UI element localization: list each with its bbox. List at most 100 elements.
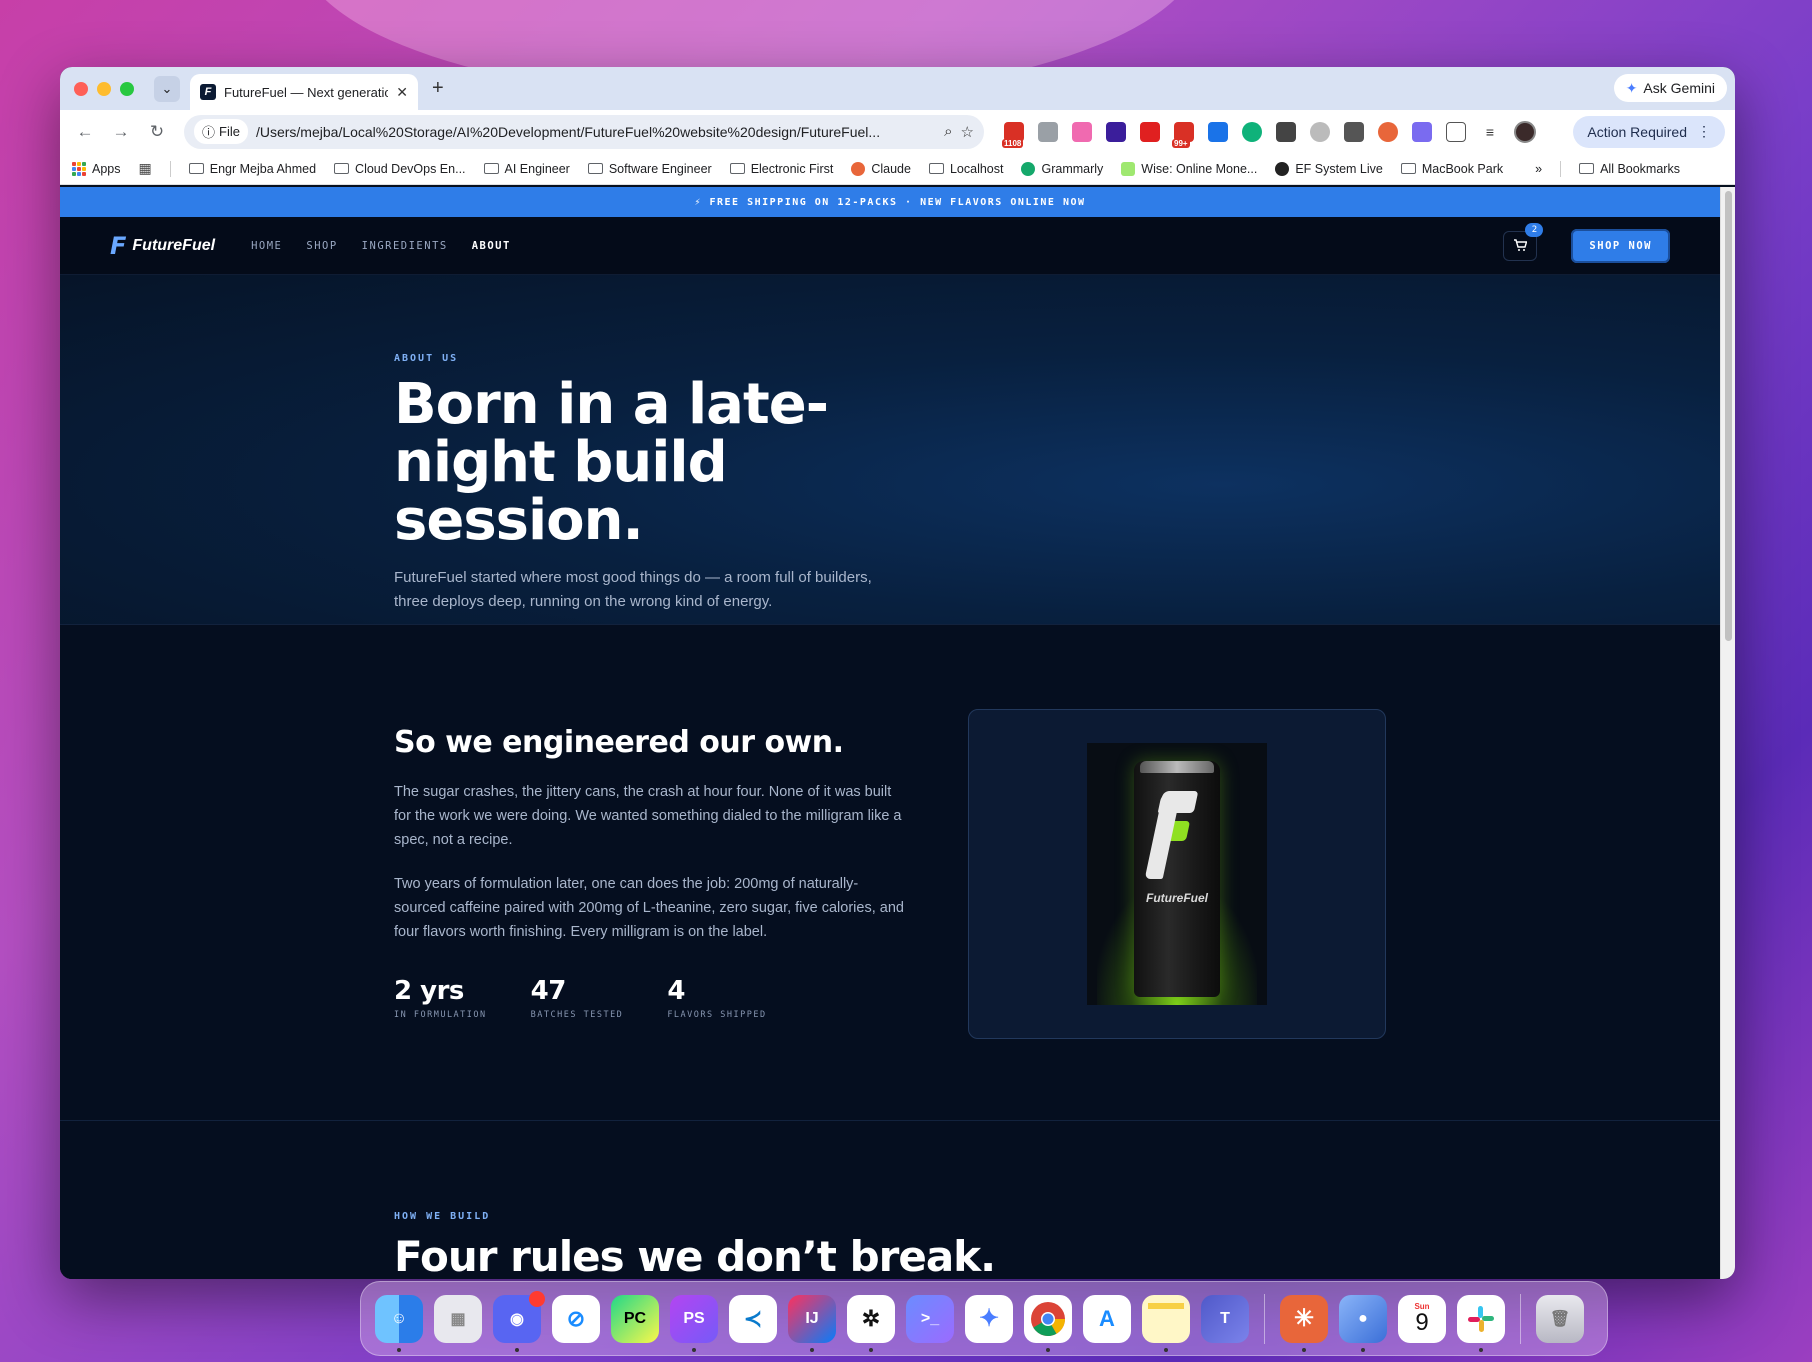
- finder-icon[interactable]: ☺: [375, 1294, 423, 1352]
- refresh-extension-icon[interactable]: [1242, 121, 1262, 142]
- ask-gemini-label: Ask Gemini: [1643, 80, 1715, 96]
- bookmark-apps[interactable]: Apps: [72, 161, 121, 176]
- calendar-extension-icon[interactable]: 1108: [1002, 121, 1024, 148]
- bookmark-ef-system[interactable]: EF System Live: [1275, 161, 1383, 176]
- futurefuel-favicon-icon: F: [200, 84, 216, 100]
- bookmark-folder[interactable]: Localhost: [928, 162, 1003, 176]
- stat-item: 47 BATCHES TESTED: [531, 976, 624, 1020]
- slack-icon[interactable]: [1457, 1294, 1505, 1352]
- phpstorm-icon[interactable]: PS: [670, 1294, 718, 1352]
- stat-value: 4: [667, 976, 685, 1006]
- zoom-window-button[interactable]: [120, 81, 134, 96]
- more-bookmarks-icon[interactable]: »: [1535, 162, 1542, 176]
- claude-app-icon[interactable]: ✳: [1280, 1294, 1328, 1352]
- bookmark-folder[interactable]: AI Engineer: [483, 161, 570, 176]
- close-icon[interactable]: ✕: [396, 84, 408, 101]
- bookmark-label: Software Engineer: [608, 161, 712, 176]
- action-required-button[interactable]: Action Required ⋮: [1573, 115, 1725, 148]
- bookmark-label: AI Engineer: [504, 161, 570, 176]
- forward-arrow-icon[interactable]: →: [106, 122, 136, 142]
- all-bookmarks-folder[interactable]: All Bookmarks: [1579, 162, 1680, 176]
- close-window-button[interactable]: [74, 81, 88, 96]
- claude-extension-icon[interactable]: [1378, 121, 1398, 142]
- camera-extension-icon[interactable]: [1038, 121, 1058, 142]
- notification-badge: [529, 1290, 545, 1307]
- slack-logo-icon: [1468, 1305, 1494, 1332]
- cart-button[interactable]: 2: [1503, 222, 1544, 261]
- web-page: ⚡ FREE SHIPPING ON 12-PACKS · NEW FLAVOR…: [60, 187, 1720, 1279]
- bookmark-folder[interactable]: Cloud DevOps En...: [334, 162, 466, 176]
- shop-now-button[interactable]: SHOP NOW: [1571, 228, 1670, 263]
- site-logo[interactable]: F FutureFuel: [110, 232, 215, 260]
- arrow-extension-icon[interactable]: [1072, 121, 1092, 142]
- pycharm-icon[interactable]: PC: [611, 1294, 659, 1343]
- bookmark-folder[interactable]: MacBook Park: [1400, 162, 1503, 176]
- page-scrollbar[interactable]: [1720, 187, 1735, 1279]
- apps-grid-icon: [72, 161, 86, 176]
- tab-search-button[interactable]: ⌄: [154, 75, 180, 102]
- vscode-icon[interactable]: ≺: [729, 1294, 777, 1343]
- docker-icon[interactable]: ●: [1339, 1294, 1387, 1352]
- media-controls-icon[interactable]: ≡: [1480, 121, 1500, 142]
- running-indicator: [1479, 1347, 1483, 1352]
- address-bar[interactable]: ⓘ File /Users/mejba/Local%20Storage/AI%2…: [184, 114, 984, 149]
- nav-shop[interactable]: SHOP: [306, 240, 337, 252]
- bookmark-label: Grammarly: [1041, 161, 1104, 176]
- grammarly-icon: [1021, 161, 1036, 176]
- bookmark-grammarly[interactable]: Grammarly: [1021, 161, 1104, 176]
- stat-value: 47: [530, 976, 567, 1006]
- tools-extension-icon[interactable]: [1276, 121, 1296, 142]
- nav-about[interactable]: ABOUT: [472, 240, 511, 252]
- intellij-icon[interactable]: IJ: [788, 1294, 836, 1352]
- discord-icon[interactable]: ◉: [493, 1290, 545, 1352]
- puzzle-extensions-icon[interactable]: [1446, 121, 1466, 142]
- trash-icon[interactable]: 🗑: [1536, 1294, 1584, 1343]
- gemini-icon[interactable]: ✦: [965, 1294, 1013, 1343]
- flask-extension-icon[interactable]: [1412, 121, 1432, 142]
- zoom-icon[interactable]: ⌕: [944, 123, 952, 140]
- bookmark-folder[interactable]: Electronic First: [729, 162, 833, 176]
- launchpad-icon[interactable]: ▦: [434, 1294, 482, 1343]
- reload-icon[interactable]: ↻: [142, 122, 172, 142]
- story-heading: So we engineered our own.: [394, 725, 844, 760]
- bookmark-claude[interactable]: Claude: [851, 161, 911, 176]
- bookmark-wise[interactable]: Wise: Online Mone...: [1121, 161, 1257, 176]
- diamond-extension-icon[interactable]: [1106, 121, 1126, 142]
- site-info-chip[interactable]: ⓘ File: [194, 119, 248, 144]
- chrome-logo-icon: [1031, 1301, 1065, 1336]
- teams-icon[interactable]: T: [1201, 1294, 1249, 1343]
- terminal-icon[interactable]: >_: [906, 1294, 954, 1343]
- nav-ingredients[interactable]: INGREDIENTS: [362, 240, 448, 252]
- link-extension-icon[interactable]: [1310, 121, 1330, 142]
- back-arrow-icon[interactable]: ←: [70, 122, 100, 142]
- opera-extension-icon[interactable]: [1140, 121, 1160, 142]
- bookmark-folder[interactable]: Engr Mejba Ahmed: [188, 162, 316, 176]
- ask-gemini-button[interactable]: ✦ Ask Gemini: [1613, 74, 1727, 102]
- scheme-label: File: [219, 124, 240, 139]
- notes-icon[interactable]: [1142, 1294, 1190, 1352]
- new-tab-button[interactable]: +: [432, 77, 444, 100]
- pen-extension-icon[interactable]: [1344, 121, 1364, 142]
- app-store-icon[interactable]: A: [1083, 1294, 1131, 1343]
- tab-groups-icon[interactable]: ▦: [139, 160, 152, 177]
- safari-icon[interactable]: ⊘: [552, 1294, 600, 1343]
- bookmark-star-icon[interactable]: ☆: [961, 123, 974, 141]
- perplexity-icon[interactable]: ✲: [847, 1294, 895, 1352]
- tag-extension-icon[interactable]: [1208, 121, 1228, 142]
- finder-face-icon: ☺: [390, 1309, 408, 1327]
- scrollbar-thumb[interactable]: [1725, 191, 1732, 641]
- chrome-icon[interactable]: [1024, 1294, 1072, 1352]
- stat-label: FLAVORS SHIPPED: [667, 1010, 767, 1020]
- minimize-window-button[interactable]: [97, 81, 111, 96]
- running-indicator: [1361, 1347, 1365, 1352]
- calendar-icon[interactable]: Sun 9: [1398, 1294, 1446, 1343]
- tab-futurefuel[interactable]: F FutureFuel — Next generation ✕: [190, 74, 418, 110]
- running-indicator: [397, 1347, 401, 1352]
- profile-avatar[interactable]: [1514, 120, 1536, 143]
- nav-home[interactable]: HOME: [251, 240, 282, 252]
- action-required-label: Action Required: [1587, 123, 1687, 140]
- bookmark-folder[interactable]: Software Engineer: [587, 161, 712, 176]
- mail-extension-icon[interactable]: 99+: [1172, 121, 1194, 148]
- url-text[interactable]: /Users/mejba/Local%20Storage/AI%20Develo…: [256, 124, 936, 140]
- rules-eyebrow: HOW WE BUILD: [394, 1211, 491, 1222]
